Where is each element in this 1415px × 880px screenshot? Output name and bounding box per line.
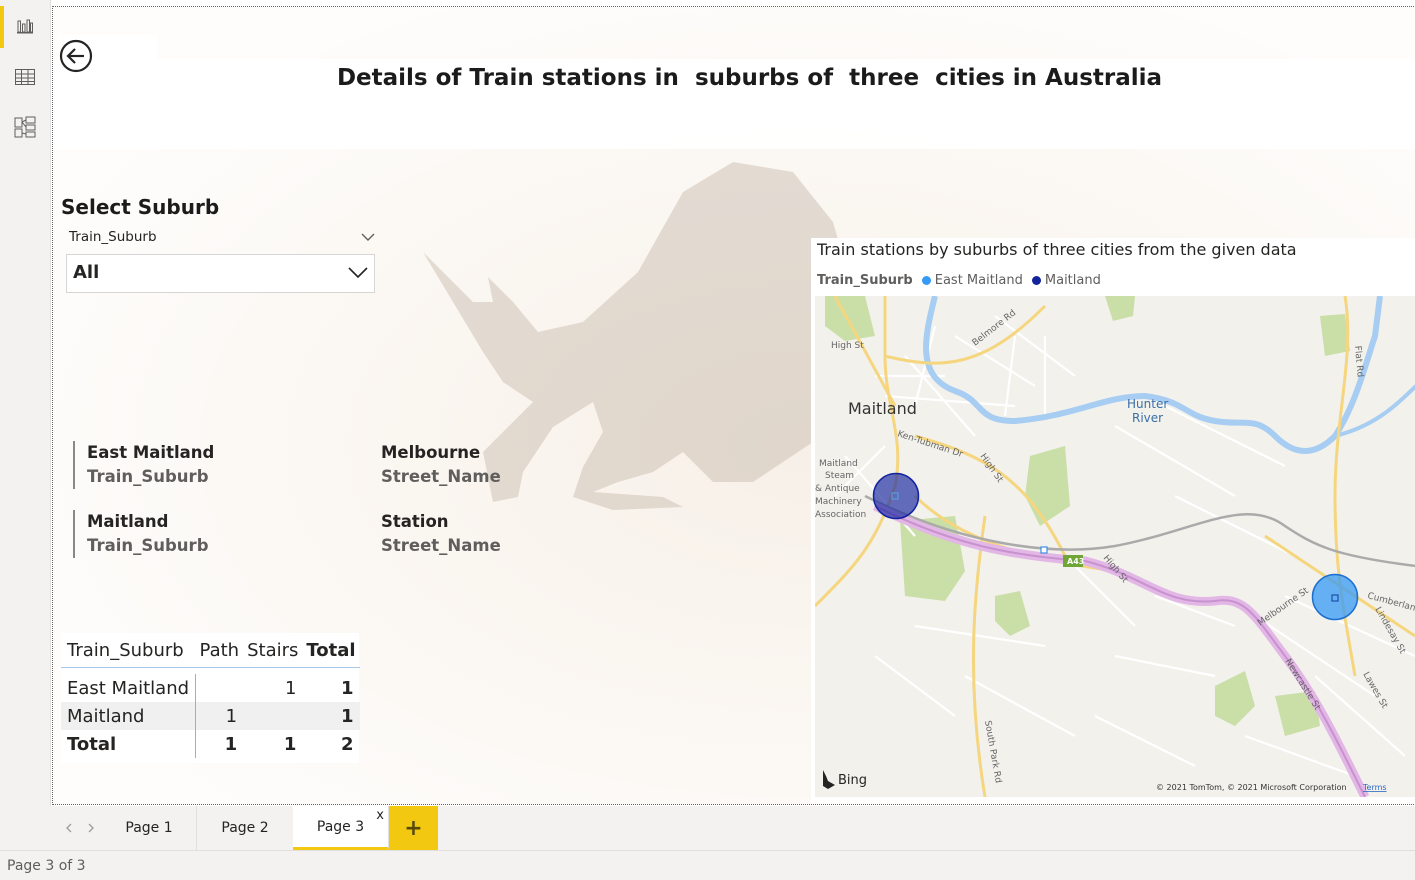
page-indicator: Page 3 of 3 — [7, 858, 86, 874]
table-cell: 1 — [302, 702, 360, 730]
table-cell: 1 — [341, 677, 354, 699]
row-label: Maitland — [61, 702, 197, 730]
legend-dot-east-maitland — [921, 276, 931, 285]
status-bar: Page 3 of 3 — [0, 850, 1415, 880]
report-view-button[interactable] — [0, 4, 50, 50]
total-row[interactable]: Total 1 1 2 — [61, 730, 360, 758]
map-label-museum-4: Machinery — [815, 497, 862, 507]
data-view-button[interactable] — [0, 54, 50, 100]
map-copyright: © 2021 TomTom, © 2021 Microsoft Corporat… — [1156, 783, 1347, 792]
plus-icon: + — [404, 815, 423, 841]
tab-page-2[interactable]: Page 2 — [197, 806, 294, 850]
add-page-button[interactable]: + — [389, 806, 438, 850]
map-visual[interactable]: Train stations by suburbs of three citie… — [811, 238, 1415, 804]
tab-scroll-arrows-icon[interactable] — [58, 822, 94, 834]
table-grid-icon — [15, 69, 35, 85]
bing-label: Bing — [838, 773, 867, 788]
map-bubble-maitland[interactable] — [872, 472, 920, 520]
matrix-header-row: Train_Suburb Path Stairs Total — [61, 633, 360, 668]
slicer-field-label: Train_Suburb — [69, 229, 157, 245]
card-value: Maitland — [87, 512, 169, 531]
map-label-a43: A43 — [1067, 557, 1084, 566]
matrix-visual[interactable]: Train_Suburb Path Stairs Total East Mait… — [61, 633, 360, 763]
column-header[interactable]: Stairs — [243, 633, 303, 668]
map-label-river: River — [1132, 411, 1163, 425]
map-label-hunter-river: Hunter — [1127, 397, 1168, 411]
matrix-table: Train_Suburb Path Stairs Total East Mait… — [61, 633, 360, 758]
map-label-high-st: High St — [831, 341, 864, 351]
card-station[interactable]: Station Street_Name — [381, 510, 501, 558]
table-cell — [196, 674, 244, 702]
map-label-museum-1: Maitland — [819, 459, 858, 469]
card-melbourne[interactable]: Melbourne Street_Name — [381, 441, 501, 489]
map-label-museum-3: & Antique — [815, 484, 860, 494]
table-cell: 2 — [341, 733, 354, 755]
card-label: Street_Name — [381, 467, 501, 486]
table-cell: 1 — [224, 733, 238, 755]
tab-label: Page 2 — [221, 820, 269, 836]
slicer-header[interactable]: Train_Suburb — [69, 229, 375, 245]
column-header[interactable]: Total — [302, 633, 360, 668]
report-canvas: Details of Train stations in suburbs of … — [52, 6, 1415, 805]
map-terms-link[interactable]: Terms — [1362, 783, 1387, 792]
tab-page-1[interactable]: Page 1 — [102, 806, 197, 850]
map-label-maitland: Maitland — [848, 399, 917, 418]
table-cell — [243, 702, 303, 730]
card-value: Station — [381, 512, 449, 531]
card-label: Train_Suburb — [87, 536, 209, 555]
column-header[interactable]: Train_Suburb — [61, 633, 196, 668]
tab-close-icon[interactable]: x — [376, 808, 384, 823]
legend-item-east-maitland[interactable]: East Maitland — [935, 273, 1023, 288]
table-row[interactable]: Maitland 1 1 — [61, 702, 360, 730]
chevron-down-icon — [361, 233, 375, 241]
map-legend: Train_Suburb East Maitland Maitland — [817, 273, 1101, 288]
card-label: Train_Suburb — [87, 467, 209, 486]
tab-label: Page 3 — [316, 818, 365, 835]
tab-label: Page 1 — [125, 820, 173, 836]
tab-page-3[interactable]: Page 3 x — [293, 806, 389, 850]
bar-chart-icon — [17, 19, 33, 34]
slicer-selected-value: All — [73, 262, 100, 283]
legend-title: Train_Suburb — [817, 273, 913, 288]
map-tiles: A43 Maitland Hunter River High St Belmor… — [815, 296, 1415, 797]
chevron-down-icon — [348, 267, 368, 278]
card-maitland[interactable]: Maitland Train_Suburb — [73, 510, 209, 558]
map-canvas[interactable]: A43 Maitland Hunter River High St Belmor… — [815, 296, 1415, 797]
legend-dot-maitland — [1031, 276, 1041, 285]
map-label-museum-2: Steam — [825, 471, 854, 481]
page-title: Details of Train stations in suburbs of … — [336, 65, 1163, 91]
table-cell: 1 — [284, 677, 297, 699]
map-label-museum-5: Association — [815, 510, 866, 520]
page-tab-bar: Page 1 Page 2 Page 3 x + — [50, 806, 1415, 850]
view-rail — [0, 0, 51, 850]
model-view-button[interactable] — [0, 104, 50, 150]
legend-item-maitland[interactable]: Maitland — [1045, 273, 1101, 288]
card-value: East Maitland — [87, 443, 215, 462]
slicer-dropdown[interactable]: All — [66, 254, 375, 293]
row-label: East Maitland — [61, 674, 197, 702]
tab-scroll-buttons — [50, 806, 102, 850]
card-east-maitland[interactable]: East Maitland Train_Suburb — [73, 441, 214, 489]
map-bubble-east-maitland[interactable] — [1311, 573, 1359, 621]
table-cell: 1 — [283, 733, 297, 755]
column-header[interactable]: Path — [195, 633, 244, 668]
slicer-heading: Select Suburb — [61, 195, 220, 219]
map-title: Train stations by suburbs of three citie… — [817, 240, 1297, 259]
table-row[interactable]: East Maitland 1 1 — [61, 674, 360, 702]
card-value: Melbourne — [381, 443, 481, 462]
table-cell: 1 — [195, 702, 244, 730]
row-label: Total — [61, 730, 197, 758]
card-label: Street_Name — [381, 536, 501, 555]
train-station-icon — [1040, 546, 1048, 554]
model-view-icon — [14, 116, 36, 138]
